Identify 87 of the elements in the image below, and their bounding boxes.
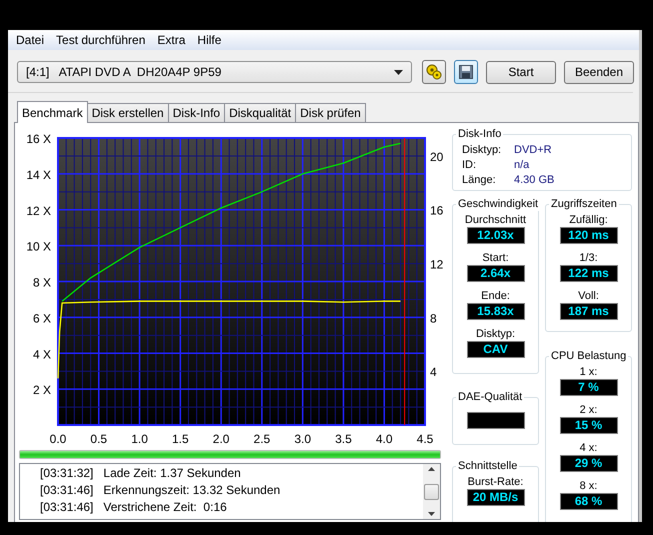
- info-value: DVD+R: [514, 143, 553, 157]
- save-button[interactable]: [454, 60, 478, 84]
- menu-item[interactable]: Hilfe: [191, 30, 228, 50]
- readout-display: 68 %: [560, 493, 618, 510]
- log-time: [03:31:32]: [40, 465, 94, 482]
- readout-label: 8 x:: [580, 479, 598, 493]
- tools-button[interactable]: [422, 60, 446, 84]
- axis-label: 2.0: [212, 432, 230, 446]
- readout-label: 2 x:: [580, 403, 598, 417]
- axis-label: 16: [430, 204, 444, 218]
- scrollbar[interactable]: [423, 464, 440, 519]
- readout-display: 29 %: [560, 455, 618, 472]
- axis-label: 1.0: [131, 432, 148, 446]
- axis-label: 3.5: [335, 432, 352, 446]
- group-title: Disk-Info: [458, 128, 502, 140]
- axis-label: 1.5: [172, 432, 189, 446]
- axis-label: 6 X: [32, 311, 51, 326]
- log-time: [03:31:46]: [40, 482, 94, 499]
- menu-item[interactable]: Datei: [10, 30, 50, 50]
- info-value: n/a: [514, 158, 530, 172]
- axis-label: 12 X: [26, 204, 51, 218]
- readout-label: Burst-Rate:: [468, 475, 524, 489]
- axis-label: 8: [430, 311, 437, 326]
- axis-label: 12: [430, 258, 444, 272]
- down-arrow-icon[interactable]: [428, 512, 435, 516]
- group-title: Schnittstelle: [458, 460, 518, 472]
- axis-label: 0.0: [50, 432, 66, 446]
- readout-label: Ende:: [481, 289, 510, 303]
- log-message: Lade Zeit: 1.37 Sekunden: [103, 465, 241, 482]
- axis-label: 3.0: [294, 432, 311, 446]
- readout-display: 15 %: [560, 417, 618, 434]
- action-button[interactable]: Beenden: [564, 60, 634, 84]
- tab[interactable]: Benchmark: [17, 101, 88, 123]
- tab[interactable]: Disk prüfen: [295, 103, 366, 122]
- menu-item[interactable]: Test durchführen: [50, 30, 152, 50]
- group-title: Zugriffszeiten: [551, 198, 617, 210]
- axis-label: 16 X: [26, 132, 51, 146]
- axis-label: 8 X: [32, 276, 51, 290]
- readout-display: 7 %: [560, 379, 618, 396]
- axis-label: 4 X: [32, 347, 51, 362]
- info-label: Länge:: [462, 173, 497, 187]
- readout-display: 187 ms: [560, 303, 618, 320]
- readout-label: Durchschnitt: [464, 213, 526, 227]
- readout-display: CAV: [466, 341, 524, 358]
- group-title: CPU Belastung: [551, 350, 626, 362]
- axis-label: 14 X: [26, 168, 51, 182]
- gears-icon: [426, 64, 442, 80]
- group-title: Geschwindigkeit: [458, 198, 538, 210]
- readout-display: 122 ms: [560, 265, 618, 282]
- axis-label: 2.5: [254, 432, 270, 446]
- readout-display: 2.64x: [466, 265, 524, 282]
- dropdown-arrow-icon: [394, 70, 403, 74]
- scrollbar-thumb[interactable]: [424, 484, 439, 500]
- readout-label: Start:: [482, 251, 509, 265]
- save-icon: [459, 65, 473, 79]
- readout-label: Zufällig:: [569, 213, 608, 227]
- readout-display: 20 MB/s: [466, 489, 524, 506]
- readout-label: 4 x:: [580, 441, 598, 455]
- log-time: [03:31:46]: [40, 499, 94, 516]
- log-message: Verstrichene Zeit: 0:16: [103, 499, 227, 516]
- readout-display: [466, 412, 524, 429]
- tab[interactable]: Disk erstellen: [86, 103, 169, 122]
- axis-label: 4: [430, 365, 437, 380]
- readout-label: 1 x:: [580, 365, 598, 379]
- group-title: DAE-Qualität: [458, 391, 522, 403]
- readout-display: 12.03x: [466, 227, 524, 244]
- axis-label: 2 X: [32, 383, 51, 398]
- menu-item[interactable]: Extra: [151, 30, 192, 50]
- axis-label: 4.0: [376, 432, 393, 446]
- up-arrow-icon[interactable]: [428, 467, 435, 471]
- readout-display: 15.83x: [466, 303, 524, 320]
- drive-dropdown[interactable]: [4:1] ATAPI DVD A DH20A4P 9P59: [17, 61, 412, 83]
- axis-label: 20: [430, 150, 444, 164]
- readout-display: 120 ms: [560, 227, 618, 244]
- readout-label: 1/3:: [579, 251, 598, 265]
- readout-label: Disktyp:: [476, 327, 516, 341]
- tab[interactable]: Diskqualität: [224, 103, 296, 122]
- info-label: Disktyp:: [462, 143, 502, 157]
- log-message: Erkennungszeit: 13.32 Sekunden: [103, 482, 280, 499]
- readout-label: Voll:: [578, 289, 599, 303]
- info-label: ID:: [462, 158, 478, 172]
- axis-label: 4.5: [416, 432, 434, 446]
- info-value: 4.30 GB: [514, 173, 556, 187]
- axis-label: 10 X: [26, 240, 51, 254]
- tab[interactable]: Disk-Info: [168, 103, 226, 122]
- axis-label: 0.5: [90, 432, 108, 446]
- action-button[interactable]: Start: [486, 60, 556, 84]
